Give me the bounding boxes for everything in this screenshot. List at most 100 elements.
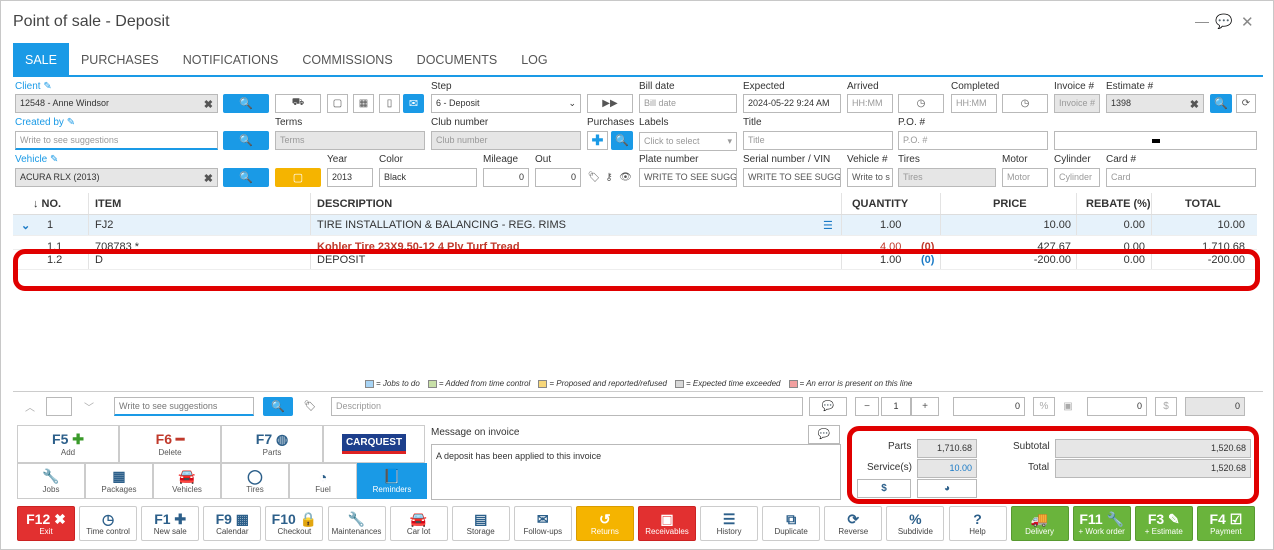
email-button[interactable]: ✉ — [403, 94, 424, 113]
tires-input[interactable]: Tires — [898, 168, 996, 187]
subdivide-button[interactable]: % Subdivide — [886, 506, 945, 541]
key-button[interactable]: ⚷ — [602, 168, 616, 187]
col-item[interactable]: ITEM — [95, 193, 121, 214]
tab-commissions[interactable]: COMMISSIONS — [290, 43, 404, 77]
client-label[interactable]: Client ✎ — [15, 81, 52, 92]
col-total[interactable]: TOTAL — [1185, 193, 1221, 214]
packages-button[interactable]: ▦ Packages — [85, 463, 153, 499]
vehicle-note-button[interactable]: ▢ — [275, 168, 321, 187]
description-input[interactable]: Description — [331, 397, 803, 416]
list-icon[interactable]: ☰ — [823, 215, 833, 235]
labels-select[interactable]: Click to select ▾ — [639, 132, 737, 151]
jobs-button[interactable]: 🔧 Jobs — [17, 463, 85, 499]
position-input[interactable] — [46, 397, 72, 416]
duplicate-button[interactable]: ⧉ Duplicate — [762, 506, 821, 541]
expected-input[interactable]: 2024-05-22 9:24 AM — [743, 94, 841, 113]
returns-button[interactable]: ↺ Returns — [575, 506, 634, 541]
cylinder-input[interactable]: Cylinder — [1054, 168, 1100, 187]
terms-input[interactable]: Terms — [275, 131, 425, 150]
invoice-input[interactable]: Invoice # — [1054, 94, 1100, 113]
col-price[interactable]: PRICE — [993, 193, 1027, 214]
completed-input[interactable]: HH:MM — [951, 94, 997, 113]
club-input[interactable]: Club number — [431, 131, 581, 150]
po-input[interactable]: P.O. # — [898, 131, 1048, 150]
reminders-button[interactable]: 📘 Reminders — [357, 463, 427, 499]
carquest-button[interactable]: CARQUEST — [323, 425, 425, 463]
phone-button[interactable]: ▯ — [379, 94, 400, 113]
note-button[interactable]: ▢ — [327, 94, 348, 113]
completed-clock-button[interactable]: ◷ — [1002, 94, 1048, 113]
tag-button[interactable]: 🏷 — [587, 168, 601, 187]
client-field[interactable]: 12548 - Anne Windsor ✖ — [15, 94, 218, 113]
out-input[interactable]: 0 — [535, 168, 581, 187]
move-down-button[interactable]: ﹀ — [76, 397, 102, 416]
receivables-button[interactable]: ▣ Receivables — [638, 506, 696, 541]
table-row[interactable]: 1.1 708783 * Kohler Tire 23X9.50-12 4 Pl… — [13, 236, 1257, 250]
arrived-input[interactable]: HH:MM — [847, 94, 893, 113]
step-select[interactable]: 6 - Deposit ⌄ — [431, 94, 581, 113]
minimize-icon[interactable]: — — [1195, 13, 1209, 29]
close-icon[interactable]: ✕ — [1241, 13, 1254, 31]
table-row[interactable]: ⌄ 1 FJ2 TIRE INSTALLATION & BALANCING - … — [13, 215, 1257, 236]
binoculars-button[interactable]: ⛟ — [275, 94, 321, 113]
item-search-button[interactable]: 🔍 — [263, 397, 293, 416]
motor-input[interactable]: Motor — [1002, 168, 1048, 187]
tires-button[interactable]: ◯ Tires — [221, 463, 289, 499]
comment-button[interactable]: 💬 — [809, 397, 847, 416]
col-description[interactable]: DESCRIPTION — [317, 193, 392, 214]
follow-ups-button[interactable]: ✉ Follow-ups — [513, 506, 572, 541]
storage-button[interactable]: ▤ Storage — [451, 506, 510, 541]
price-input[interactable]: 0 — [953, 397, 1025, 416]
tab-documents[interactable]: DOCUMENTS — [405, 43, 510, 77]
vehicle-field[interactable]: ACURA RLX (2013) ✖ — [15, 168, 218, 187]
payment-button[interactable]: F4 ☑ Payment — [1196, 506, 1255, 541]
item-search-input[interactable]: Write to see suggestions — [114, 397, 254, 416]
collapse-icon[interactable]: ⌄ — [21, 215, 30, 235]
add-purchase-button[interactable]: ✚ — [587, 131, 608, 150]
plate-input[interactable]: WRITE TO SEE SUGGE — [639, 168, 737, 187]
checkout-button[interactable]: F10 🔒 Checkout — [265, 506, 324, 541]
delivery-button[interactable]: 🚚 Delivery — [1010, 506, 1069, 541]
vehicles-button[interactable]: 🚘 Vehicles — [153, 463, 221, 499]
purchases-search-button[interactable]: 🔍 — [611, 131, 633, 150]
title-input[interactable]: Title — [743, 131, 893, 150]
client-search-button[interactable]: 🔍 — [223, 94, 269, 113]
qty-plus-button[interactable]: + — [911, 397, 939, 416]
add-button[interactable]: F5 ✚ Add — [17, 425, 119, 463]
message-textarea[interactable]: A deposit has been applied to this invoi… — [431, 444, 841, 500]
clear-icon[interactable]: ✖ — [204, 97, 213, 112]
dollar-button[interactable]: $ — [1155, 397, 1177, 416]
clear-icon[interactable]: ✖ — [1190, 97, 1199, 112]
vehicle-search-button[interactable]: 🔍 — [223, 168, 269, 187]
percent-button[interactable]: % — [1033, 397, 1055, 416]
view-button[interactable]: 👁 — [618, 168, 633, 187]
rebate-input[interactable]: 0 — [1087, 397, 1147, 416]
money-button[interactable]: ▣ — [1057, 397, 1079, 416]
chat-icon[interactable]: 💬 — [1215, 13, 1232, 30]
qty-input[interactable]: 1 — [881, 397, 911, 416]
tab-sale[interactable]: SALE — [13, 43, 69, 77]
next-step-button[interactable]: ▶▶ — [587, 94, 633, 113]
card-input[interactable]: Card — [1106, 168, 1256, 187]
delete-button[interactable]: F6 ━ Delete — [119, 425, 221, 463]
tag-button[interactable]: 🏷 — [297, 397, 323, 416]
new-sale-button[interactable]: F1 ✚ New sale — [141, 506, 200, 541]
fuel-button[interactable]: ◔ Fuel — [289, 463, 357, 499]
tab-notifications[interactable]: NOTIFICATIONS — [171, 43, 291, 77]
maintenances-button[interactable]: 🔧 Maintenances — [327, 506, 386, 541]
bill-date-input[interactable]: Bill date — [639, 94, 737, 113]
carfax-button[interactable] — [1054, 131, 1257, 150]
history-button[interactable]: ☰ History — [700, 506, 759, 541]
work-order-button[interactable]: F11 🔧 + Work order — [1072, 506, 1131, 541]
estimate-button[interactable]: F3 ✎ + Estimate — [1134, 506, 1193, 541]
vehicle-no-input[interactable]: Write to s — [847, 168, 893, 187]
vehicle-label[interactable]: Vehicle ✎ — [15, 154, 58, 165]
move-up-button[interactable]: ︿ — [17, 397, 43, 416]
estimate-search-button[interactable]: 🔍 — [1210, 94, 1232, 113]
qty-minus-button[interactable]: − — [855, 397, 879, 416]
tab-log[interactable]: LOG — [509, 43, 559, 77]
mileage-input[interactable]: 0 — [483, 168, 529, 187]
color-input[interactable]: Black — [379, 168, 477, 187]
clear-icon[interactable]: ✖ — [204, 171, 213, 186]
message-comment-button[interactable]: 💬 — [808, 425, 840, 444]
